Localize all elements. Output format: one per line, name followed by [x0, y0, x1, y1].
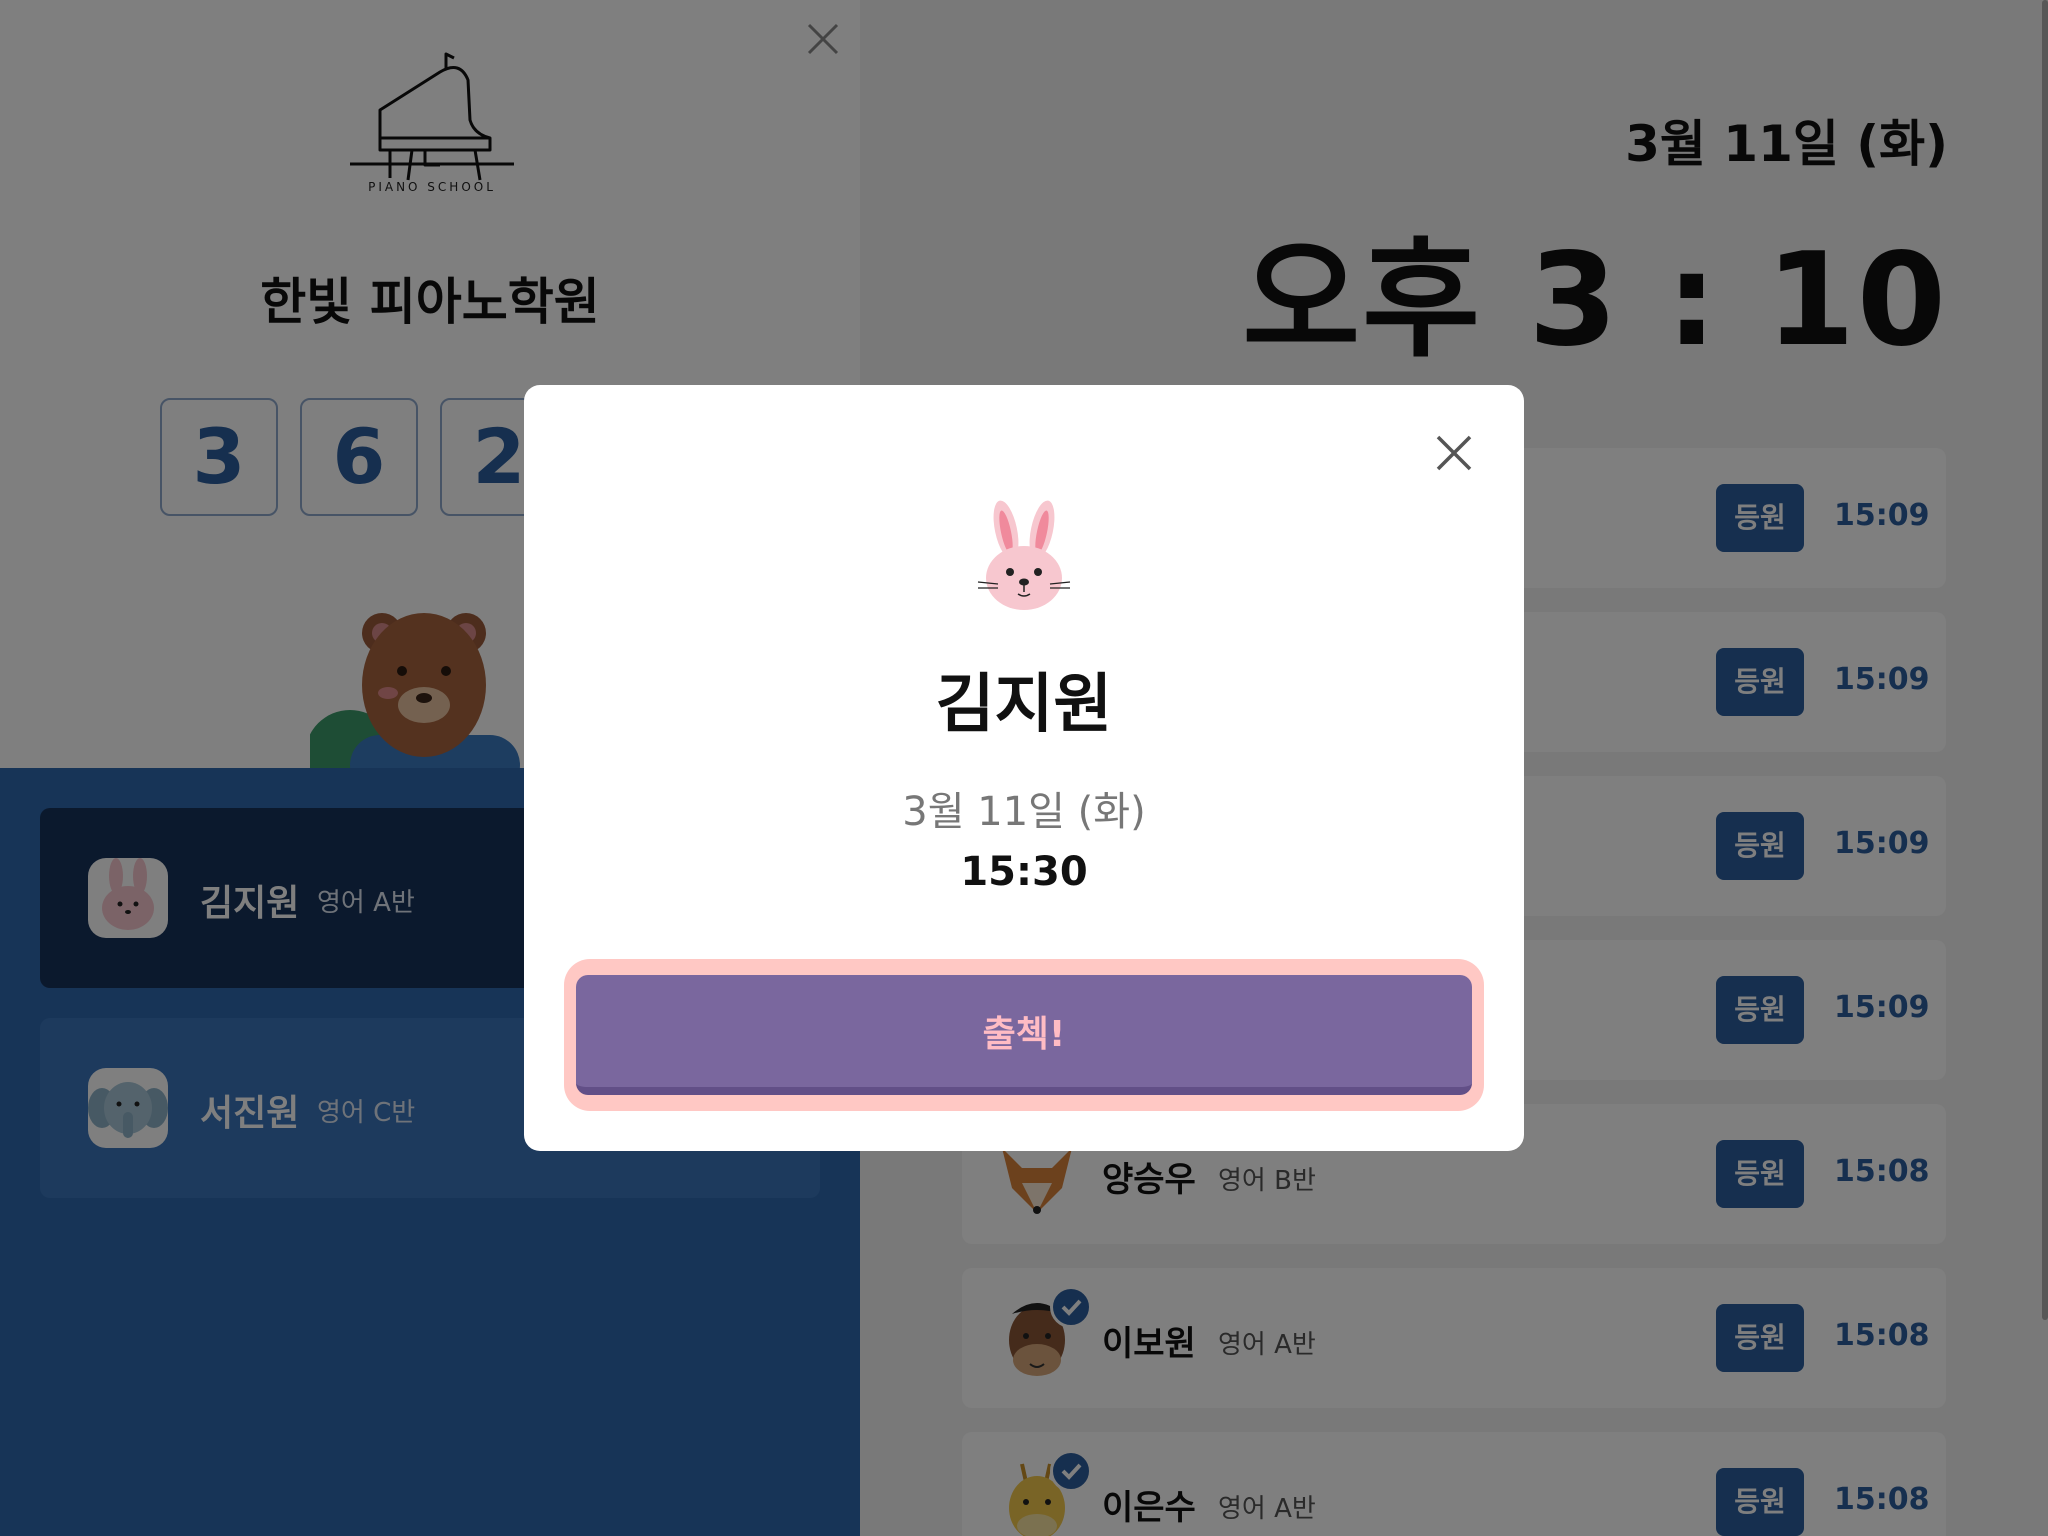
- rabbit-icon: [977, 500, 1071, 610]
- modal-student-name: 김지원: [935, 668, 1113, 742]
- modal-time: 15:30: [960, 849, 1088, 895]
- check-in-button[interactable]: 출첵!: [576, 975, 1472, 1095]
- scrollbar[interactable]: [2042, 0, 2048, 1320]
- check-in-modal: 김지원 3월 11일 (화) 15:30 출첵!: [524, 385, 1524, 1151]
- close-icon[interactable]: [1434, 433, 1474, 473]
- modal-date: 3월 11일 (화): [902, 789, 1146, 835]
